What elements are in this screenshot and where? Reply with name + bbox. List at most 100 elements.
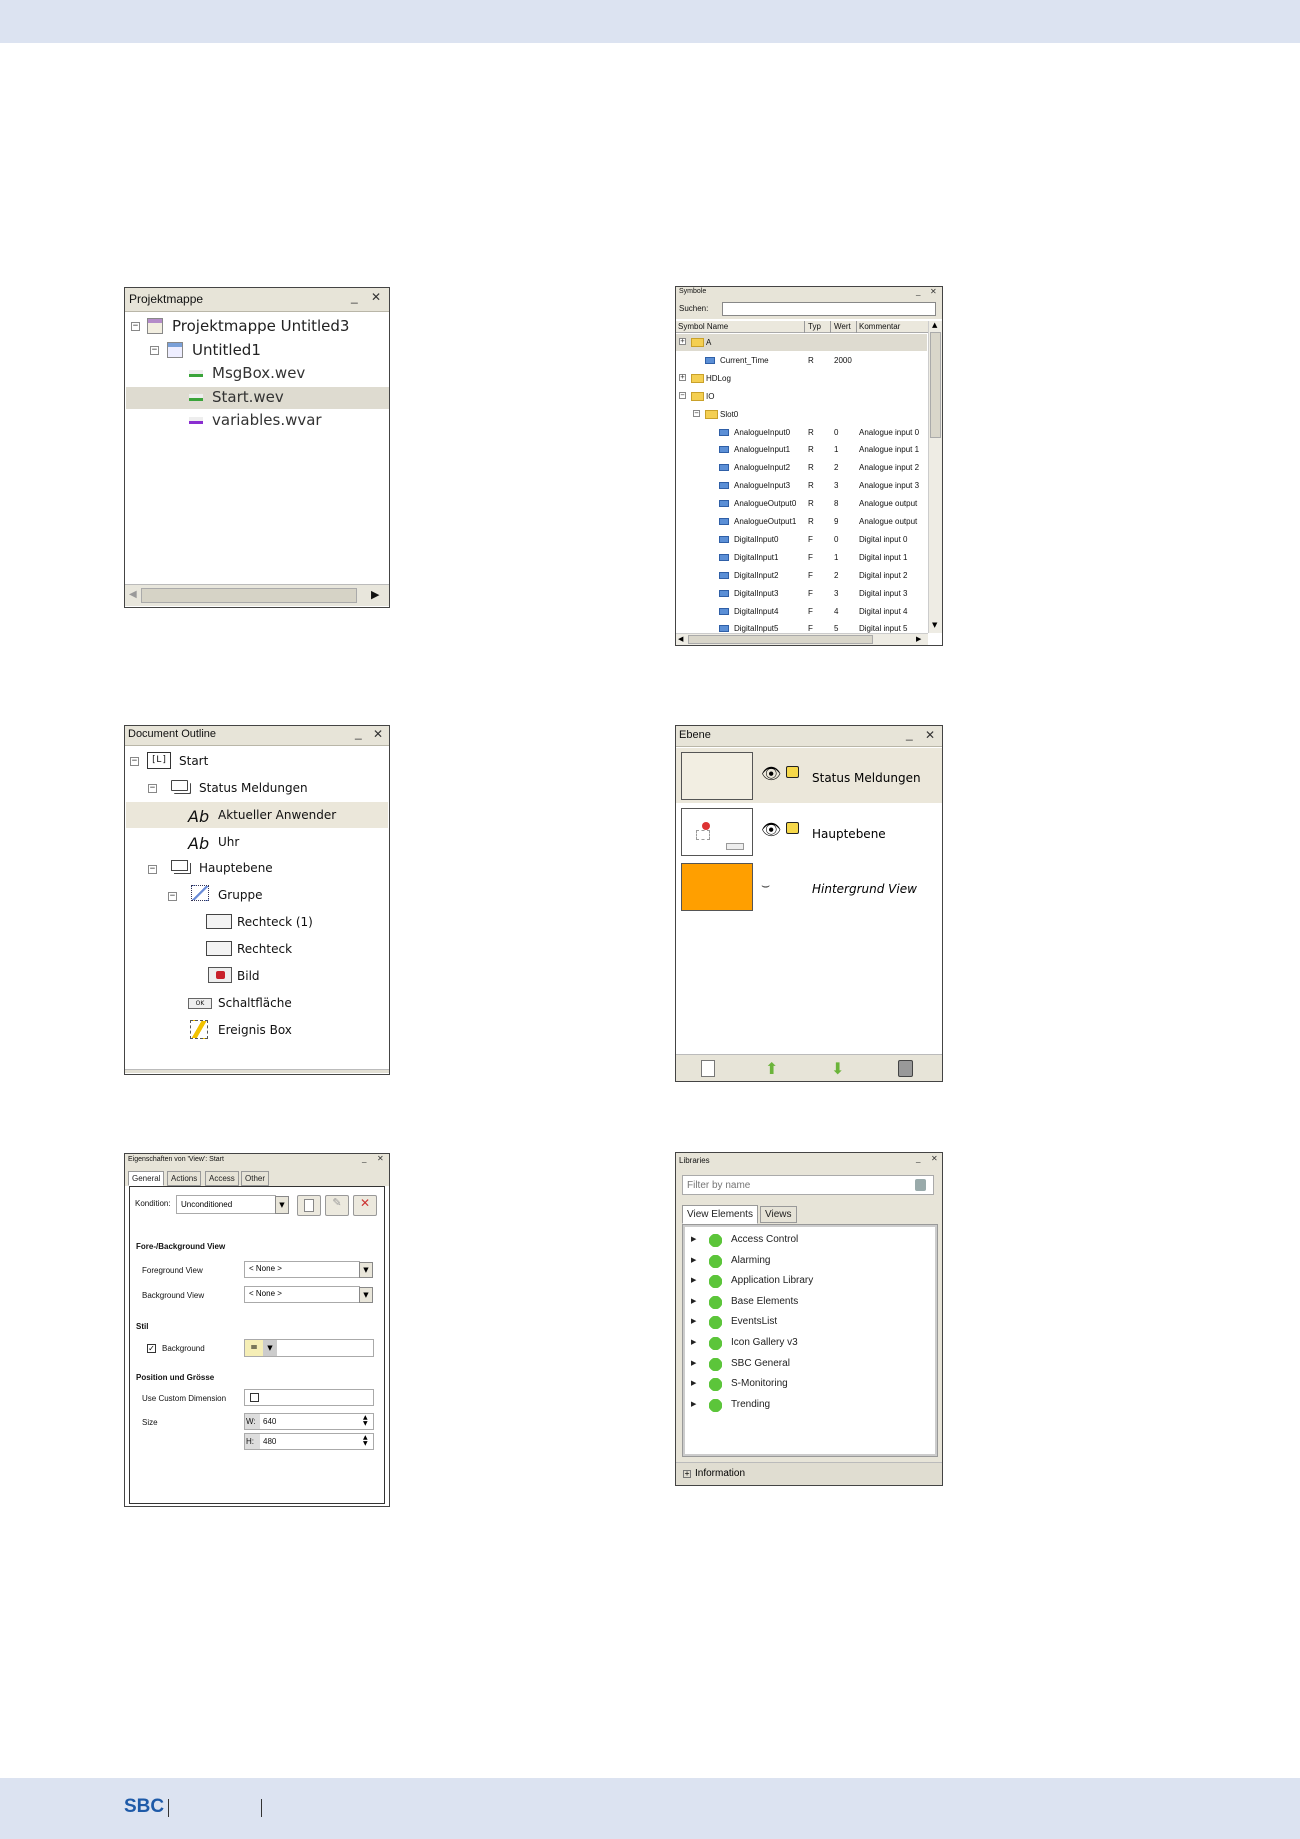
table-row[interactable]: − Slot0 xyxy=(676,406,927,423)
tab-access[interactable]: Access xyxy=(205,1171,239,1186)
tree-item-start[interactable]: Start xyxy=(179,754,208,768)
col-wert[interactable]: Wert xyxy=(834,322,851,331)
expand-arrow-icon[interactable]: ▶ xyxy=(691,1379,696,1387)
library-item[interactable]: ▶ Icon Gallery v3 xyxy=(685,1334,935,1353)
expand-arrow-icon[interactable]: ▶ xyxy=(691,1235,696,1243)
col-kommentar[interactable]: Kommentar xyxy=(859,322,900,331)
chevron-down-icon[interactable]: ▼ xyxy=(263,1340,277,1356)
expand-toggle[interactable]: − xyxy=(679,391,686,399)
collapse-toggle[interactable]: − xyxy=(131,322,140,331)
color-picker[interactable]: = ▼ xyxy=(244,1339,374,1357)
col-typ[interactable]: Typ xyxy=(808,322,821,331)
table-row[interactable]: AnalogueOutput1 R 9 Analogue output xyxy=(676,513,927,530)
information-section[interactable]: + Information xyxy=(676,1462,942,1485)
table-row[interactable]: − IO xyxy=(676,388,927,405)
tree-item-variables[interactable]: variables.wvar xyxy=(212,411,322,429)
tree-item-ereignis-box[interactable]: Ereignis Box xyxy=(218,1023,292,1037)
tab-view-elements[interactable]: View Elements xyxy=(682,1205,758,1224)
expand-icon[interactable]: + xyxy=(683,1470,691,1478)
filter-icon[interactable] xyxy=(915,1179,926,1191)
expand-arrow-icon[interactable]: ▶ xyxy=(691,1338,696,1346)
minimize-button[interactable]: _ xyxy=(916,287,920,296)
scroll-right-icon[interactable]: ▶ xyxy=(371,588,379,601)
tab-other[interactable]: Other xyxy=(241,1171,270,1186)
custom-dimension-checkbox[interactable] xyxy=(250,1393,259,1402)
expand-toggle[interactable]: + xyxy=(679,373,686,381)
table-row[interactable]: + HDLog xyxy=(676,370,927,387)
expand-arrow-icon[interactable]: ▶ xyxy=(691,1276,696,1284)
tree-item-schaltflaeche[interactable]: Schaltfläche xyxy=(218,996,292,1010)
horizontal-scrollbar[interactable]: ◀ ▶ xyxy=(125,584,389,606)
library-item[interactable]: ▶ EventsList xyxy=(685,1313,935,1332)
library-item[interactable]: ▶ Alarming xyxy=(685,1252,935,1271)
collapse-toggle[interactable]: − xyxy=(148,784,157,793)
width-value[interactable]: 640 xyxy=(263,1417,276,1426)
table-row[interactable]: AnalogueInput0 R 0 Analogue input 0 xyxy=(676,424,927,441)
spinner-icon[interactable]: ▲ ▼ xyxy=(363,1415,368,1427)
table-row[interactable]: AnalogueOutput0 R 8 Analogue output xyxy=(676,495,927,512)
color-swatch[interactable]: = xyxy=(245,1340,263,1356)
tree-item-msgbox[interactable]: MsgBox.wev xyxy=(212,364,305,382)
tab-general[interactable]: General xyxy=(128,1171,165,1186)
table-row[interactable]: Current_Time R 2000 xyxy=(676,352,927,369)
close-button[interactable]: ✕ xyxy=(925,728,935,742)
collapse-toggle[interactable]: − xyxy=(168,892,177,901)
search-input[interactable] xyxy=(722,302,936,316)
minimize-button[interactable]: _ xyxy=(916,1154,920,1163)
move-down-icon[interactable]: ⬇ xyxy=(831,1059,844,1078)
vertical-scrollbar[interactable]: ▲ ▼ xyxy=(928,321,942,633)
col-symbol-name[interactable]: Symbol Name xyxy=(678,322,728,331)
tree-item-project[interactable]: Untitled1 xyxy=(192,341,261,359)
table-row[interactable]: DigitalInput0 F 0 Digital input 0 xyxy=(676,531,927,548)
background-view-select[interactable]: < None > xyxy=(244,1286,360,1303)
background-checkbox[interactable]: ✓ xyxy=(147,1344,156,1353)
library-item[interactable]: ▶ Application Library xyxy=(685,1272,935,1291)
collapse-toggle[interactable]: − xyxy=(150,346,159,355)
move-up-icon[interactable]: ⬆ xyxy=(765,1059,778,1078)
foreground-view-select[interactable]: < None > xyxy=(244,1261,360,1278)
tree-item-start[interactable]: Start.wev xyxy=(212,388,284,406)
custom-dimension-field[interactable] xyxy=(244,1389,374,1406)
edit-condition-button[interactable]: ✎ xyxy=(325,1195,349,1216)
eye-icon[interactable]: 👁 xyxy=(761,820,781,839)
scroll-up-icon[interactable]: ▲ xyxy=(932,321,937,329)
chevron-down-icon[interactable]: ▼ xyxy=(359,1287,373,1303)
close-button[interactable]: ✕ xyxy=(931,1154,938,1163)
table-row[interactable]: AnalogueInput1 R 1 Analogue input 1 xyxy=(676,441,927,458)
scroll-down-icon[interactable]: ▼ xyxy=(932,621,937,629)
table-row[interactable]: DigitalInput4 F 4 Digital input 4 xyxy=(676,603,927,620)
tree-item-bild[interactable]: Bild xyxy=(237,969,260,983)
tree-item-uhr[interactable]: Uhr xyxy=(218,835,239,849)
expand-arrow-icon[interactable]: ▶ xyxy=(691,1256,696,1264)
minimize-button[interactable]: _ xyxy=(351,290,358,304)
scroll-right-icon[interactable]: ▶ xyxy=(916,635,921,643)
expand-arrow-icon[interactable]: ▶ xyxy=(691,1297,696,1305)
spinner-icon[interactable]: ▲ ▼ xyxy=(363,1435,368,1447)
eye-icon[interactable]: 👁 xyxy=(761,764,781,783)
expand-arrow-icon[interactable]: ▶ xyxy=(691,1359,696,1367)
scroll-thumb[interactable] xyxy=(930,332,941,438)
tree-item-solution[interactable]: Projektmappe Untitled3 xyxy=(172,317,349,335)
table-row[interactable]: AnalogueInput2 R 2 Analogue input 2 xyxy=(676,459,927,476)
delete-condition-button[interactable]: ✕ xyxy=(353,1195,377,1216)
layer-row-hintergrund[interactable]: ⌣ Hintergrund View xyxy=(676,860,942,916)
library-item[interactable]: ▶ Access Control xyxy=(685,1231,935,1250)
expand-toggle[interactable]: − xyxy=(693,409,700,417)
tree-item-aktueller-anwender[interactable]: Aktueller Anwender xyxy=(218,808,336,822)
kondition-select[interactable]: Unconditioned xyxy=(176,1195,276,1214)
expand-toggle[interactable]: + xyxy=(679,338,686,345)
tree-item-rechteck-1[interactable]: Rechteck (1) xyxy=(237,915,313,929)
layer-row-status[interactable]: 👁 Status Meldungen xyxy=(676,748,942,803)
minimize-button[interactable]: _ xyxy=(906,727,913,741)
table-row[interactable]: AnalogueInput3 R 3 Analogue input 3 xyxy=(676,477,927,494)
table-row[interactable]: DigitalInput5 F 5 Digital input 5 xyxy=(676,620,927,633)
eye-closed-icon[interactable]: ⌣ xyxy=(761,878,770,894)
scroll-left-icon[interactable]: ◀ xyxy=(129,589,137,600)
scroll-left-icon[interactable]: ◀ xyxy=(678,635,683,643)
lock-icon[interactable] xyxy=(786,822,799,834)
tree-item-status-meldungen[interactable]: Status Meldungen xyxy=(199,781,308,795)
library-item[interactable]: ▶ S-Monitoring xyxy=(685,1375,935,1394)
filter-input[interactable] xyxy=(682,1175,934,1195)
chevron-down-icon[interactable]: ▼ xyxy=(359,1262,373,1278)
table-row[interactable]: DigitalInput1 F 1 Digital input 1 xyxy=(676,549,927,566)
